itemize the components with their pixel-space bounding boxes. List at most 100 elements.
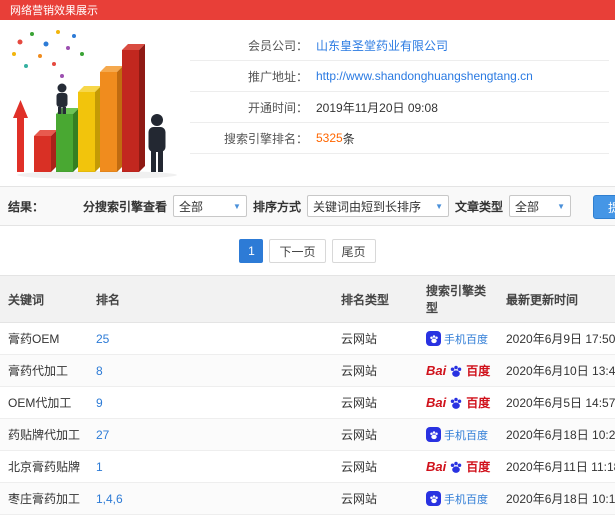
engine-baidu: Bai 百度	[426, 394, 490, 411]
growth-chart-illustration	[0, 20, 190, 180]
rank-link[interactable]: 1,4,6	[96, 492, 123, 506]
engine-cell: 手机百度	[418, 322, 498, 355]
info-row-url: 推广地址： http://www.shandonghuangshengtang.…	[190, 61, 609, 92]
rank-link[interactable]: 25	[96, 332, 109, 346]
engine-mobile: 手机百度	[426, 491, 488, 507]
rank-count-label: 搜索引擎排名：	[223, 131, 308, 146]
rank-type-cell: 云网站	[333, 514, 418, 520]
bar-orange	[100, 66, 123, 172]
updated-cell: 2020年6月9日 17:50	[498, 322, 615, 355]
engine-mobile: 手机百度	[426, 427, 488, 443]
titlebar: 网络营销效果展示	[0, 0, 615, 20]
keyword-cell: 药贴牌代加工	[0, 418, 88, 451]
header-keyword: 关键词	[0, 275, 88, 323]
submit-button[interactable]: 提交	[592, 195, 615, 219]
mobile-baidu-icon	[426, 427, 441, 442]
rank-type-cell: 云网站	[333, 482, 418, 515]
rank-type-cell: 云网站	[333, 418, 418, 451]
rank-type-cell: 云网站	[333, 354, 418, 387]
rank-link[interactable]: 27	[96, 428, 109, 442]
company-info-panel: 会员公司： 山东皇圣堂药业有限公司 推广地址： http://www.shand…	[190, 20, 615, 186]
keyword-cell: 枣庄膏药加工	[0, 482, 88, 515]
growth-arrow-icon	[13, 100, 28, 172]
bar-red-small	[34, 130, 57, 172]
bar-dark-red-tall	[122, 44, 145, 172]
rank-type-cell: 云网站	[333, 386, 418, 419]
baidu-logo-text: Bai	[426, 395, 447, 410]
bars-shadow	[17, 171, 177, 179]
baidu-cn-label: 百度	[466, 364, 491, 378]
page-title: 网络营销效果展示	[10, 5, 98, 17]
confetti-dots	[12, 30, 84, 78]
engine-cell: 手机百度	[418, 482, 498, 515]
info-row-open-time: 开通时间： 2019年11月20日 09:08	[190, 92, 609, 123]
header-rank-type: 排名类型	[333, 275, 418, 323]
table-row: 膏药OEM 25 云网站 手机百度 2020年6月9日 17:50	[0, 322, 615, 355]
header-updated: 最新更新时间	[498, 275, 615, 323]
company-label: 会员公司：	[247, 38, 308, 53]
pagination: 1 下一页 尾页	[0, 239, 615, 263]
baidu-paw-icon	[450, 397, 462, 409]
engine-select[interactable]: 全部 ▼	[172, 195, 247, 217]
updated-cell: 2020年5月29日 10:32	[498, 514, 615, 520]
rank-type-cell: 云网站	[333, 322, 418, 355]
open-time-value: 2019年11月20日 09:08	[316, 100, 438, 115]
header-rank: 排名	[88, 275, 333, 323]
table-row: 北京膏药贴牌 1 云网站 Bai 百度 2020年6月11日 11:18	[0, 450, 615, 483]
chevron-down-icon: ▼	[557, 201, 565, 211]
engine-cell: Bai 百度	[418, 514, 498, 520]
sort-select-value: 关键词由短到长排序	[312, 199, 421, 214]
baidu-cn-label: 百度	[466, 460, 491, 474]
promotion-url-label: 推广地址：	[247, 69, 308, 84]
mobile-baidu-label: 手机百度	[444, 429, 488, 442]
baidu-paw-icon	[450, 461, 462, 473]
mobile-baidu-label: 手机百度	[444, 493, 488, 506]
engine-baidu: Bai 百度	[426, 458, 490, 475]
engine-filter-label: 分搜索引擎查看	[82, 199, 167, 214]
results-table: 关键词 排名 排名类型 搜索引擎类型 最新更新时间 膏药OEM 25 云网站 手…	[0, 275, 615, 520]
table-row: 膏药代加工 8 云网站 Bai 百度 2020年6月10日 13:40	[0, 354, 615, 387]
results-table-body: 膏药OEM 25 云网站 手机百度 2020年6月9日 17:50 膏药代加工 …	[0, 322, 615, 520]
engine-cell: 手机百度	[418, 418, 498, 451]
page-current[interactable]: 1	[239, 239, 264, 263]
mobile-baidu-icon	[426, 491, 441, 506]
result-label: 结果：	[8, 199, 45, 214]
bar-yellow	[78, 86, 101, 172]
baidu-cn-label: 百度	[466, 396, 491, 410]
table-row: OEM代加工 9 云网站 Bai 百度 2020年6月5日 14:57	[0, 386, 615, 419]
updated-cell: 2020年6月18日 10:19	[498, 482, 615, 515]
updated-cell: 2020年6月11日 11:18	[498, 450, 615, 483]
header-engine-type: 搜索引擎类型	[418, 275, 498, 323]
article-type-select[interactable]: 全部 ▼	[509, 195, 571, 217]
engine-baidu: Bai 百度	[426, 362, 490, 379]
page: 网络营销效果展示 会员公司： 山东皇圣堂药业有限公司 推广地址： http://…	[0, 0, 615, 520]
sort-label: 排序方式	[252, 199, 301, 214]
promotion-url-link[interactable]: http://www.shandonghuangshengtang.cn	[316, 69, 533, 83]
sort-select[interactable]: 关键词由短到长排序 ▼	[306, 195, 449, 217]
baidu-logo-text: Bai	[426, 459, 447, 474]
table-row: 医疗器械厂家 4 云网站 Bai 百度 2020年5月29日 10:32	[0, 514, 615, 520]
keyword-cell: 北京膏药贴牌	[0, 450, 88, 483]
updated-cell: 2020年6月10日 13:40	[498, 354, 615, 387]
filter-controls: 分搜索引擎查看 全部 ▼ 排序方式 关键词由短到长排序 ▼ 文章类型 全部 ▼	[83, 195, 571, 217]
engine-mobile: 手机百度	[426, 331, 488, 347]
keyword-cell: 医疗器械厂家	[0, 514, 88, 520]
growth-chart-svg	[12, 30, 177, 179]
engine-cell: Bai 百度	[418, 354, 498, 387]
rank-type-cell: 云网站	[333, 450, 418, 483]
engine-cell: Bai 百度	[418, 450, 498, 483]
article-type-label: 文章类型	[454, 199, 503, 214]
updated-cell: 2020年6月5日 14:57	[498, 386, 615, 419]
next-page-button[interactable]: 下一页	[269, 239, 326, 263]
info-row-rank-count: 搜索引擎排名： 5325 条	[190, 123, 609, 154]
last-page-button[interactable]: 尾页	[331, 239, 376, 263]
mobile-baidu-label: 手机百度	[444, 333, 488, 346]
rank-link[interactable]: 9	[96, 396, 103, 410]
bar-green	[56, 108, 79, 172]
rank-link[interactable]: 8	[96, 364, 103, 378]
baidu-paw-icon	[450, 365, 462, 377]
rank-link[interactable]: 1	[96, 460, 103, 474]
filter-bar: 结果： 分搜索引擎查看 全部 ▼ 排序方式 关键词由短到长排序 ▼ 文章类型 全…	[0, 186, 615, 226]
company-name-link[interactable]: 山东皇圣堂药业有限公司	[316, 37, 448, 54]
table-row: 药贴牌代加工 27 云网站 手机百度 2020年6月18日 10:25	[0, 418, 615, 451]
